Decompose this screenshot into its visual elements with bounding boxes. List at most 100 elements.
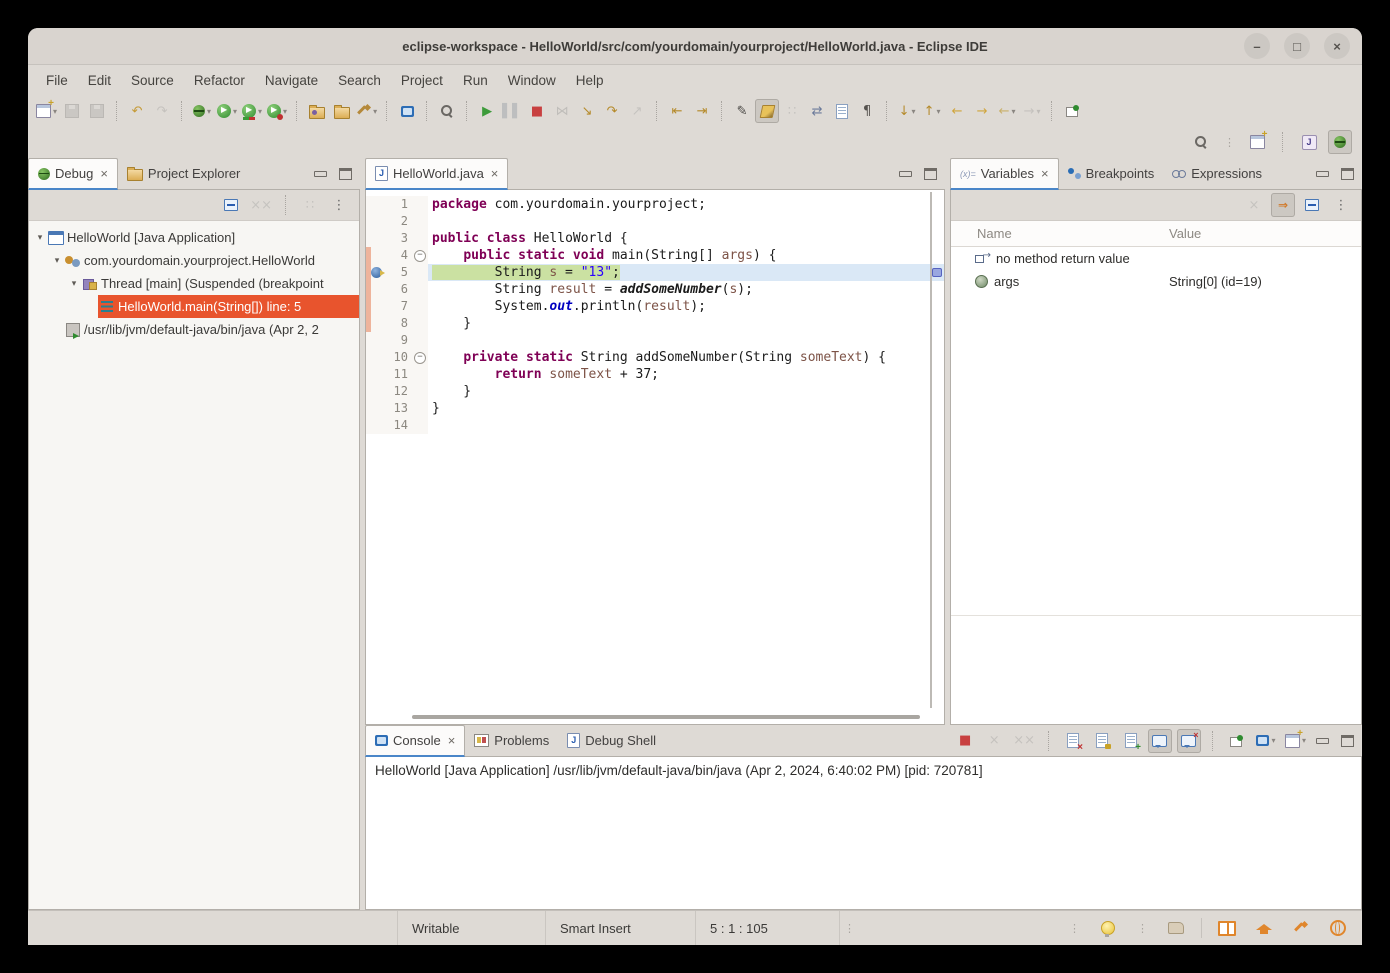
tree-row-thread-main-suspended-breakpoi[interactable]: ▾Thread [main] (Suspended (breakpoint [29, 272, 359, 295]
gutter-line-13[interactable]: 13 [366, 400, 412, 417]
debug-icon[interactable]: ▾ [190, 99, 214, 123]
gutter-line-9[interactable]: 9 [366, 332, 412, 349]
edit-mode-icon[interactable] [1164, 916, 1188, 940]
terminate-icon[interactable]: ■ [525, 99, 549, 123]
tab-variables[interactable]: Variables× [950, 158, 1059, 190]
debug-launch-tree[interactable]: ▾HelloWorld [Java Application]▾com.yourd… [29, 221, 359, 909]
collapse-fold-icon[interactable]: − [414, 250, 426, 262]
next-annotation-icon[interactable]: ↓▾ [895, 99, 919, 123]
tab-project-explorer[interactable]: Project Explorer [118, 158, 249, 189]
menu-file[interactable]: File [36, 69, 78, 92]
remove-all-terminated-icon[interactable]: ×× [248, 193, 274, 217]
show-stdout-icon[interactable] [1148, 729, 1172, 753]
menu-refactor[interactable]: Refactor [184, 69, 255, 92]
tree-row-com-yourdomain-yourproject-hel[interactable]: ▾com.yourdomain.yourproject.HelloWorld [29, 249, 359, 272]
run-icon[interactable]: ▾ [215, 99, 239, 123]
terminate-icon[interactable]: ■ [953, 729, 977, 753]
gutter-line-5[interactable]: 5 [366, 264, 412, 281]
cursor-position-status[interactable]: 5 : 1 : 105 [695, 911, 840, 945]
gutter-line-7[interactable]: 7 [366, 298, 412, 315]
gutter-line-8[interactable]: 8 [366, 315, 412, 332]
gutter-line-14[interactable]: 14 [366, 417, 412, 434]
value-column-header[interactable]: Value [1169, 226, 1201, 241]
gutter-line-2[interactable]: 2 [366, 213, 412, 230]
variable-row-no-method-return-value[interactable]: no method return value [951, 247, 1361, 270]
open-console-icon[interactable] [395, 99, 419, 123]
name-column-header[interactable]: Name [951, 226, 1169, 241]
tab-debug[interactable]: Debug× [28, 158, 118, 190]
open-task-icon[interactable] [305, 99, 329, 123]
link-with-editor-icon[interactable]: ⇄ [805, 99, 829, 123]
open-resource-icon[interactable] [330, 99, 354, 123]
gutter-line-6[interactable]: 6 [366, 281, 412, 298]
horizontal-scrollbar[interactable] [412, 715, 920, 719]
close-tab-icon[interactable]: × [100, 166, 108, 181]
debug-perspective-icon[interactable] [1328, 130, 1352, 154]
inspect-icon[interactable] [435, 99, 459, 123]
expander-icon[interactable]: ▾ [67, 279, 81, 289]
tab-expressions[interactable]: Expressions [1163, 158, 1271, 189]
minimize-icon[interactable] [1316, 171, 1329, 177]
remove-launch-icon[interactable]: × [982, 729, 1006, 753]
redo-icon[interactable]: ↷ [150, 99, 174, 123]
highlight-brush-icon[interactable] [755, 99, 779, 123]
maximize-button[interactable]: □ [1284, 33, 1310, 59]
previous-annotation-icon[interactable]: ↑▾ [920, 99, 944, 123]
menu-source[interactable]: Source [121, 69, 184, 92]
view-menu-icon[interactable]: ⋮ [1329, 193, 1353, 217]
collapse-fold-icon[interactable]: − [414, 352, 426, 364]
mark-occurrences-icon[interactable]: ✎ [730, 99, 754, 123]
tab-console[interactable]: Console× [365, 725, 465, 757]
show-outline-icon[interactable] [830, 99, 854, 123]
close-tab-icon[interactable]: × [1041, 166, 1049, 181]
gutter-line-4[interactable]: 4 [366, 247, 412, 264]
tips-and-tricks-icon[interactable] [1289, 916, 1313, 940]
gutter-line-11[interactable]: 11 [366, 366, 412, 383]
pin-console-icon[interactable] [1225, 729, 1249, 753]
detail-pane-splitter[interactable] [951, 615, 1361, 616]
tab-breakpoints[interactable]: Breakpoints [1059, 158, 1164, 189]
expander-icon[interactable]: ▾ [50, 256, 64, 266]
remove-all-terminated-icon[interactable]: ×× [1011, 729, 1037, 753]
minimize-icon[interactable] [314, 171, 327, 177]
variable-row-args[interactable]: argsString[0] (id=19) [951, 270, 1361, 293]
tutorials-icon[interactable] [1252, 916, 1276, 940]
next-edit-location-icon[interactable]: → [970, 99, 994, 123]
step-over-icon[interactable]: ↷ [600, 99, 624, 123]
minimize-icon[interactable] [1316, 738, 1329, 744]
code-editor[interactable]: 1package com.yourdomain.yourproject;23pu… [366, 190, 944, 724]
step-into-icon[interactable]: ↘ [575, 99, 599, 123]
resume-icon[interactable]: ▶ [475, 99, 499, 123]
maximize-icon[interactable] [924, 168, 937, 180]
web-resources-icon[interactable] [1326, 916, 1350, 940]
breakpoint-instruction-pointer-icon[interactable] [371, 267, 382, 278]
filters-icon[interactable]: ∷ [298, 193, 322, 217]
scroll-lock-icon[interactable] [1090, 729, 1114, 753]
whats-new-icon[interactable] [1215, 916, 1239, 940]
variables-table[interactable]: no method return valueargsString[0] (id=… [951, 247, 1361, 724]
close-button[interactable]: × [1324, 33, 1350, 59]
gutter-line-3[interactable]: 3 [366, 230, 412, 247]
menu-run[interactable]: Run [453, 69, 498, 92]
maximize-icon[interactable] [1341, 735, 1354, 747]
console-output[interactable]: HelloWorld [Java Application] /usr/lib/j… [366, 757, 1361, 909]
forward-icon[interactable]: →▾ [1020, 99, 1044, 123]
gutter-line-10[interactable]: 10 [366, 349, 412, 366]
tree-row-helloworld-main-string-line-5[interactable]: HelloWorld.main(String[]) line: 5 [29, 295, 359, 318]
view-menu-icon[interactable]: ⋮ [327, 193, 351, 217]
show-stderr-icon[interactable] [1177, 729, 1201, 753]
menu-search[interactable]: Search [328, 69, 391, 92]
maximize-icon[interactable] [1341, 168, 1354, 180]
display-console-icon[interactable]: ▾ [1254, 729, 1278, 753]
overview-ruler-breakpoint-marker[interactable] [932, 268, 942, 277]
suspend-icon[interactable]: ▌▌ [500, 99, 524, 123]
external-tools-icon[interactable]: ▾ [355, 99, 379, 123]
disconnect-icon[interactable]: ⋈ [550, 99, 574, 123]
menu-project[interactable]: Project [391, 69, 453, 92]
new-icon[interactable]: ▾ [34, 99, 59, 123]
tree-row-usr-lib-jvm-default-java-bin-j[interactable]: /usr/lib/jvm/default-java/bin/java (Apr … [29, 318, 359, 341]
show-whitespace-icon[interactable]: ¶ [855, 99, 879, 123]
undo-icon[interactable]: ↶ [125, 99, 149, 123]
menu-navigate[interactable]: Navigate [255, 69, 328, 92]
expander-icon[interactable]: ▾ [33, 233, 47, 243]
